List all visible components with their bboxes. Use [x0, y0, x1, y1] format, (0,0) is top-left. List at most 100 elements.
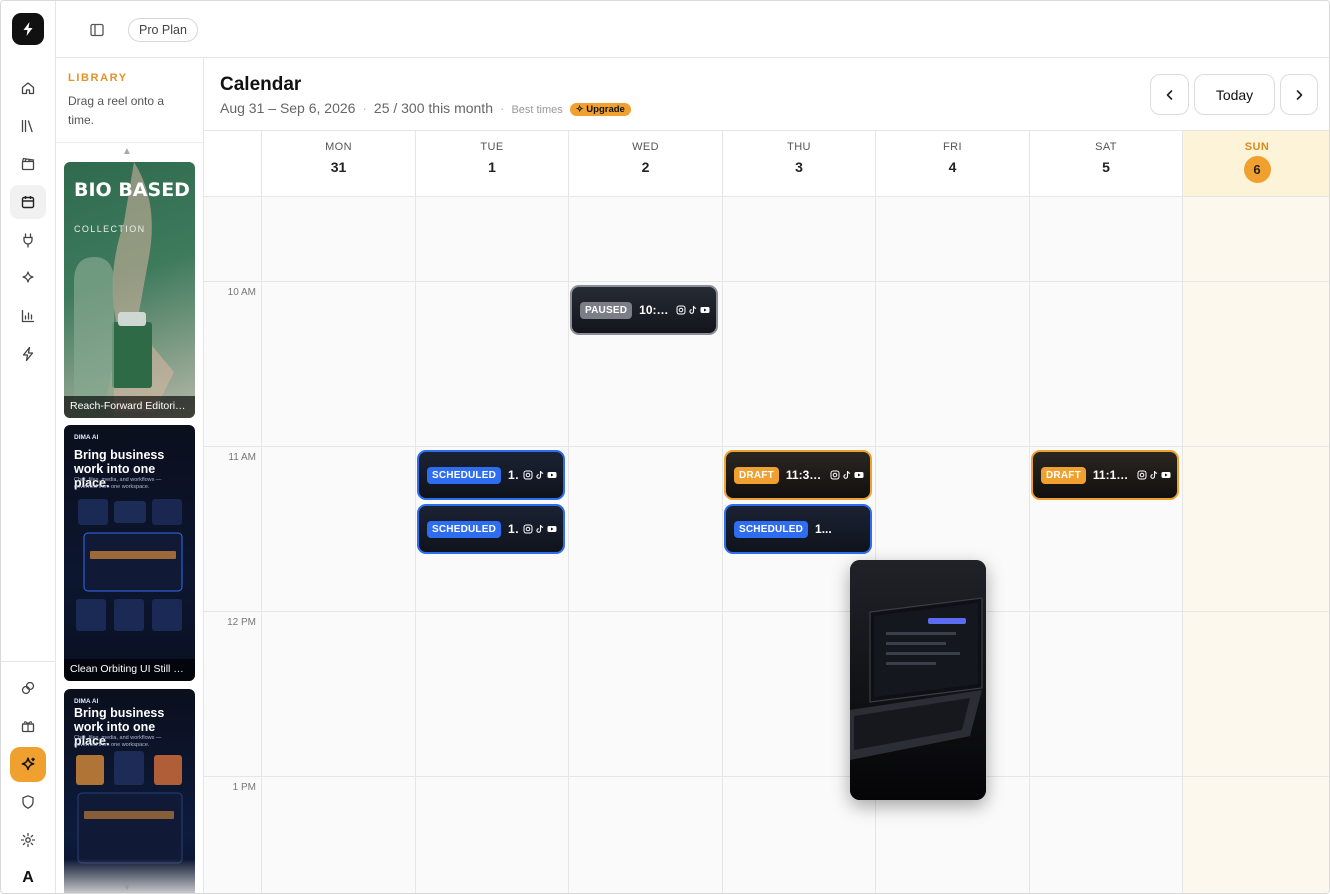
nav-reels[interactable]: [10, 147, 46, 181]
nav-integrations[interactable]: [10, 223, 46, 257]
tiktok-icon: [536, 470, 544, 479]
hour-line: [1183, 281, 1329, 282]
rail-divider: [1, 661, 56, 662]
day-header-tue[interactable]: TUE 1: [415, 131, 568, 197]
page-title: Calendar: [220, 74, 302, 95]
today-button[interactable]: Today: [1194, 74, 1275, 115]
nav-boost[interactable]: [10, 337, 46, 371]
gift-icon: [21, 721, 35, 733]
bolt-icon: [22, 346, 34, 362]
library-subtitle: Drag a reel onto a time.: [68, 94, 165, 127]
laptop-preview-image: [850, 560, 986, 800]
event-platforms: [676, 305, 710, 315]
youtube-icon: [547, 472, 557, 478]
plug-icon: [23, 233, 33, 248]
nav-home[interactable]: [10, 71, 46, 105]
library-reel[interactable]: BIO BASED COLLECTION Reach-Forward Edito…: [64, 162, 195, 418]
reel-headline: BIO BASED: [74, 179, 190, 201]
calendar-event[interactable]: DRAFT 11:39 ...: [724, 450, 872, 500]
plan-badge[interactable]: Pro Plan: [128, 18, 198, 42]
shield-icon: [22, 795, 34, 809]
hour-line: [204, 776, 261, 777]
day-header-sat[interactable]: SAT 5: [1029, 131, 1182, 197]
calendar-event[interactable]: SCHEDULED 1...: [724, 504, 872, 554]
day-name: TUE: [480, 141, 504, 153]
event-time: 10:0...: [639, 303, 672, 317]
nav-security[interactable]: [10, 785, 46, 819]
reel-label: Reach-Forward Editorial ...: [64, 396, 195, 418]
day-header-fri[interactable]: FRI 4: [875, 131, 1029, 197]
calendar-event[interactable]: DRAFT 11:15 ...: [1031, 450, 1179, 500]
nav-analytics[interactable]: [10, 299, 46, 333]
date-range: Aug 31 – Sep 6, 2026: [220, 100, 356, 116]
nav-rewards[interactable]: [10, 709, 46, 743]
hour-line: [723, 446, 875, 447]
youtube-icon: [854, 472, 864, 478]
reel-label: Clean Orbiting UI Still Sy...: [64, 659, 195, 681]
tiktok-icon: [536, 524, 544, 533]
calendar-main: Calendar Aug 31 – Sep 6, 2026 · 25 / 300…: [204, 58, 1329, 893]
chevron-left-icon: [1166, 89, 1172, 100]
reel-ui-mockup-image: [76, 499, 183, 631]
account-avatar[interactable]: A: [10, 863, 46, 893]
event-time: 1...: [508, 522, 519, 536]
reel-brand: DIMA AI: [74, 698, 99, 705]
library-reel[interactable]: DIMA AI Bring business work into one pla…: [64, 425, 195, 681]
instagram-icon: [830, 470, 840, 480]
nav-automation[interactable]: [10, 261, 46, 295]
day-header-mon[interactable]: MON 31: [261, 131, 415, 197]
hour-line: [416, 611, 568, 612]
hour-line: [416, 281, 568, 282]
sparkle-icon: [22, 271, 34, 283]
day-header-wed[interactable]: WED 2: [568, 131, 722, 197]
day-column-mon[interactable]: [261, 197, 415, 893]
hour-line: [1183, 611, 1329, 612]
top-bar: Pro Plan: [56, 1, 1329, 58]
reel-hover-preview: [850, 560, 986, 800]
nav-library[interactable]: [10, 109, 46, 143]
bolt-logo-icon: [23, 22, 33, 36]
app-logo[interactable]: [12, 13, 44, 45]
calendar-event[interactable]: PAUSED 10:0...: [570, 285, 718, 335]
nav-ai-studio[interactable]: [10, 747, 46, 782]
post-count: 25 / 300 this month: [373, 100, 493, 116]
library-reel[interactable]: DIMA AI Bring business work into one pla…: [64, 689, 195, 893]
nav-credits[interactable]: [10, 671, 46, 705]
calendar-event[interactable]: SCHEDULED 1...: [417, 504, 565, 554]
hour-line: [262, 281, 415, 282]
hour-line: [204, 611, 261, 612]
day-column-sat[interactable]: [1029, 197, 1182, 893]
hour-line: [1030, 776, 1182, 777]
hour-line: [1030, 446, 1182, 447]
next-week-button[interactable]: [1280, 74, 1318, 115]
hour-line: [723, 281, 875, 282]
nav-settings[interactable]: [10, 823, 46, 857]
hour-line: [569, 446, 722, 447]
instagram-icon: [676, 305, 686, 315]
nav-calendar[interactable]: [10, 185, 46, 219]
hour-line: [569, 776, 722, 777]
hour-line: [262, 776, 415, 777]
event-status-badge: PAUSED: [580, 301, 633, 319]
day-number: 3: [795, 159, 803, 175]
library-divider: [56, 142, 203, 143]
sidebar-toggle-button[interactable]: [86, 19, 108, 41]
youtube-icon: [547, 526, 557, 532]
scroll-down-icon[interactable]: ▼: [122, 882, 132, 893]
magic-icon: [21, 756, 35, 770]
day-column-sun[interactable]: [1182, 197, 1329, 893]
tiktok-icon: [1150, 470, 1158, 479]
hour-line: [876, 446, 1029, 447]
calendar-event[interactable]: SCHEDULED 1...: [417, 450, 565, 500]
day-header-thu[interactable]: THU 3: [722, 131, 875, 197]
day-name: SAT: [1095, 141, 1117, 153]
upgrade-badge[interactable]: ✧ Upgrade: [569, 103, 631, 116]
chart-icon: [21, 309, 35, 323]
gear-icon: [20, 832, 36, 848]
day-header-sun-today[interactable]: SUN 6: [1182, 131, 1329, 197]
prev-week-button[interactable]: [1150, 74, 1189, 115]
hour-line: [262, 611, 415, 612]
hour-line: [204, 446, 261, 447]
scroll-up-icon[interactable]: ▲: [122, 146, 132, 157]
day-number: 1: [488, 159, 496, 175]
